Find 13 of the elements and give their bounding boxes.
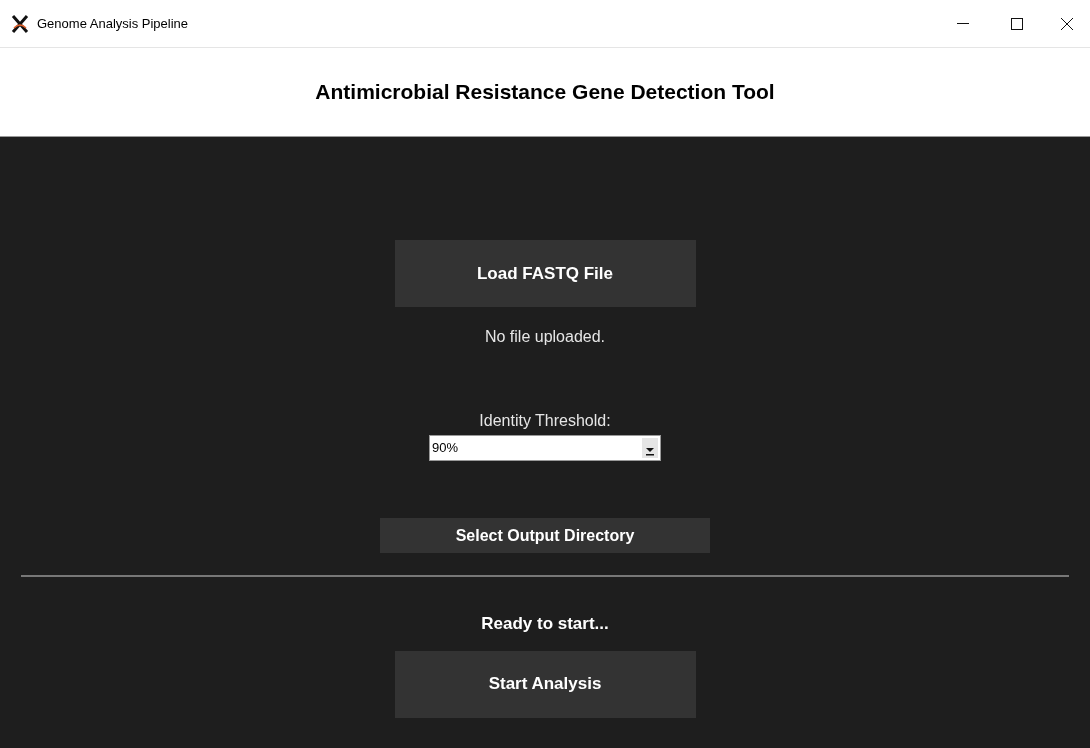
load-file-button[interactable]: Load FASTQ File	[394, 240, 696, 307]
app-logo-icon	[10, 13, 30, 34]
app-heading: Antimicrobial Resistance Gene Detection Tool	[315, 79, 775, 106]
run-status: Ready to start...	[481, 613, 609, 635]
window-title: Genome Analysis Pipeline	[37, 14, 189, 33]
threshold-label: Identity Threshold:	[479, 411, 611, 431]
maximize-icon	[1011, 17, 1023, 30]
minimize-icon	[957, 22, 969, 25]
start-analysis-button[interactable]: Start Analysis	[394, 650, 696, 718]
threshold-dropdown[interactable]: 90%	[429, 435, 661, 461]
file-status: No file uploaded.	[484, 327, 606, 347]
output-directory-button[interactable]: Select Output Directory	[380, 518, 710, 553]
close-icon	[1061, 17, 1073, 30]
